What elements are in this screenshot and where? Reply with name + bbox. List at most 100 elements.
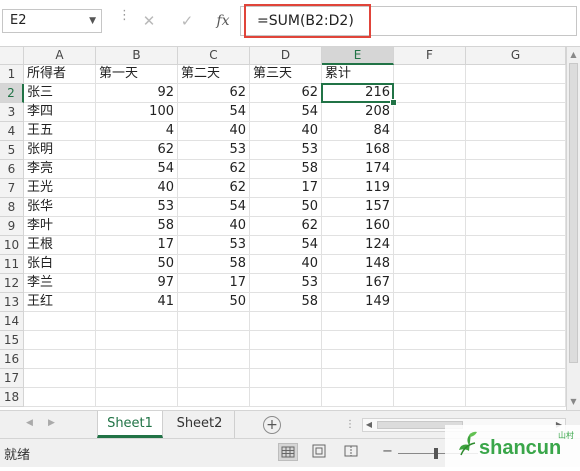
cell-g7[interactable] bbox=[466, 179, 566, 198]
cell-c17[interactable] bbox=[178, 369, 250, 388]
tab-splitter-icon[interactable]: ⋮ bbox=[345, 419, 355, 430]
cell-c6[interactable]: 62 bbox=[178, 160, 250, 179]
row-header-16[interactable]: 16 bbox=[0, 350, 24, 369]
tab-sheet2[interactable]: Sheet2 bbox=[165, 411, 235, 438]
cell-b11[interactable]: 50 bbox=[96, 255, 178, 274]
cell-g15[interactable] bbox=[466, 331, 566, 350]
row-header-9[interactable]: 9 bbox=[0, 217, 24, 236]
cell-a3[interactable]: 李四 bbox=[24, 103, 96, 122]
cell-e5[interactable]: 168 bbox=[322, 141, 394, 160]
cell-c10[interactable]: 53 bbox=[178, 236, 250, 255]
cell-f3[interactable] bbox=[394, 103, 466, 122]
cell-b13[interactable]: 41 bbox=[96, 293, 178, 312]
cell-e14[interactable] bbox=[322, 312, 394, 331]
cell-e2[interactable]: 216 bbox=[322, 84, 394, 103]
cell-f9[interactable] bbox=[394, 217, 466, 236]
cell-g4[interactable] bbox=[466, 122, 566, 141]
cell-a7[interactable]: 王光 bbox=[24, 179, 96, 198]
cell-c13[interactable]: 50 bbox=[178, 293, 250, 312]
cell-g12[interactable] bbox=[466, 274, 566, 293]
scroll-down-icon[interactable]: ▼ bbox=[567, 395, 580, 409]
cell-a5[interactable]: 张明 bbox=[24, 141, 96, 160]
cell-b15[interactable] bbox=[96, 331, 178, 350]
cell-g9[interactable] bbox=[466, 217, 566, 236]
cell-a11[interactable]: 张白 bbox=[24, 255, 96, 274]
cell-d14[interactable] bbox=[250, 312, 322, 331]
cell-a2[interactable]: 张三 bbox=[24, 84, 96, 103]
page-layout-view-icon[interactable] bbox=[310, 443, 330, 461]
cell-b3[interactable]: 100 bbox=[96, 103, 178, 122]
cell-f10[interactable] bbox=[394, 236, 466, 255]
cell-c8[interactable]: 54 bbox=[178, 198, 250, 217]
cell-b10[interactable]: 17 bbox=[96, 236, 178, 255]
next-sheet-icon[interactable]: ▶ bbox=[48, 418, 55, 428]
cell-d12[interactable]: 53 bbox=[250, 274, 322, 293]
cell-b12[interactable]: 97 bbox=[96, 274, 178, 293]
zoom-slider-knob[interactable] bbox=[434, 448, 438, 459]
cell-f13[interactable] bbox=[394, 293, 466, 312]
cell-e10[interactable]: 124 bbox=[322, 236, 394, 255]
cell-b2[interactable]: 92 bbox=[96, 84, 178, 103]
cell-b8[interactable]: 53 bbox=[96, 198, 178, 217]
normal-view-icon[interactable] bbox=[278, 443, 298, 461]
cell-g5[interactable] bbox=[466, 141, 566, 160]
cell-g17[interactable] bbox=[466, 369, 566, 388]
cell-a8[interactable]: 张华 bbox=[24, 198, 96, 217]
row-header-4[interactable]: 4 bbox=[0, 122, 24, 141]
fill-handle[interactable] bbox=[390, 99, 397, 106]
vertical-scroll-thumb[interactable] bbox=[569, 63, 578, 363]
cell-b9[interactable]: 58 bbox=[96, 217, 178, 236]
cell-a13[interactable]: 王红 bbox=[24, 293, 96, 312]
cell-f8[interactable] bbox=[394, 198, 466, 217]
cell-c2[interactable]: 62 bbox=[178, 84, 250, 103]
prev-sheet-icon[interactable]: ◀ bbox=[26, 418, 33, 428]
cell-e4[interactable]: 84 bbox=[322, 122, 394, 141]
cell-c3[interactable]: 54 bbox=[178, 103, 250, 122]
cell-b18[interactable] bbox=[96, 388, 178, 407]
cell-c1[interactable]: 第二天 bbox=[178, 65, 250, 84]
cell-f11[interactable] bbox=[394, 255, 466, 274]
cell-f2[interactable] bbox=[394, 84, 466, 103]
cell-e8[interactable]: 157 bbox=[322, 198, 394, 217]
cell-a15[interactable] bbox=[24, 331, 96, 350]
row-header-1[interactable]: 1 bbox=[0, 65, 24, 84]
cell-f14[interactable] bbox=[394, 312, 466, 331]
select-all-corner[interactable] bbox=[0, 47, 24, 65]
cell-b17[interactable] bbox=[96, 369, 178, 388]
grip-icon[interactable]: ⋮ bbox=[118, 9, 131, 29]
cell-g18[interactable] bbox=[466, 388, 566, 407]
row-header-10[interactable]: 10 bbox=[0, 236, 24, 255]
cell-a10[interactable]: 王根 bbox=[24, 236, 96, 255]
cell-c5[interactable]: 53 bbox=[178, 141, 250, 160]
cell-a9[interactable]: 李叶 bbox=[24, 217, 96, 236]
cell-g2[interactable] bbox=[466, 84, 566, 103]
cell-b7[interactable]: 40 bbox=[96, 179, 178, 198]
column-header-c[interactable]: C bbox=[178, 47, 250, 65]
cell-e11[interactable]: 148 bbox=[322, 255, 394, 274]
cell-e12[interactable]: 167 bbox=[322, 274, 394, 293]
cell-d2[interactable]: 62 bbox=[250, 84, 322, 103]
cell-b5[interactable]: 62 bbox=[96, 141, 178, 160]
cell-g1[interactable] bbox=[466, 65, 566, 84]
cell-f17[interactable] bbox=[394, 369, 466, 388]
column-header-f[interactable]: F bbox=[394, 47, 466, 65]
cell-g10[interactable] bbox=[466, 236, 566, 255]
cell-f6[interactable] bbox=[394, 160, 466, 179]
cell-c11[interactable]: 58 bbox=[178, 255, 250, 274]
page-break-view-icon[interactable] bbox=[342, 443, 362, 461]
row-header-17[interactable]: 17 bbox=[0, 369, 24, 388]
column-header-d[interactable]: D bbox=[250, 47, 322, 65]
column-header-e[interactable]: E bbox=[322, 47, 394, 65]
cell-f15[interactable] bbox=[394, 331, 466, 350]
scroll-up-icon[interactable]: ▲ bbox=[567, 48, 580, 62]
cell-g16[interactable] bbox=[466, 350, 566, 369]
cell-f1[interactable] bbox=[394, 65, 466, 84]
row-header-11[interactable]: 11 bbox=[0, 255, 24, 274]
cell-a4[interactable]: 王五 bbox=[24, 122, 96, 141]
cell-e17[interactable] bbox=[322, 369, 394, 388]
add-sheet-icon[interactable]: + bbox=[263, 416, 281, 434]
cell-f5[interactable] bbox=[394, 141, 466, 160]
row-header-15[interactable]: 15 bbox=[0, 331, 24, 350]
cell-d10[interactable]: 54 bbox=[250, 236, 322, 255]
cell-c9[interactable]: 40 bbox=[178, 217, 250, 236]
